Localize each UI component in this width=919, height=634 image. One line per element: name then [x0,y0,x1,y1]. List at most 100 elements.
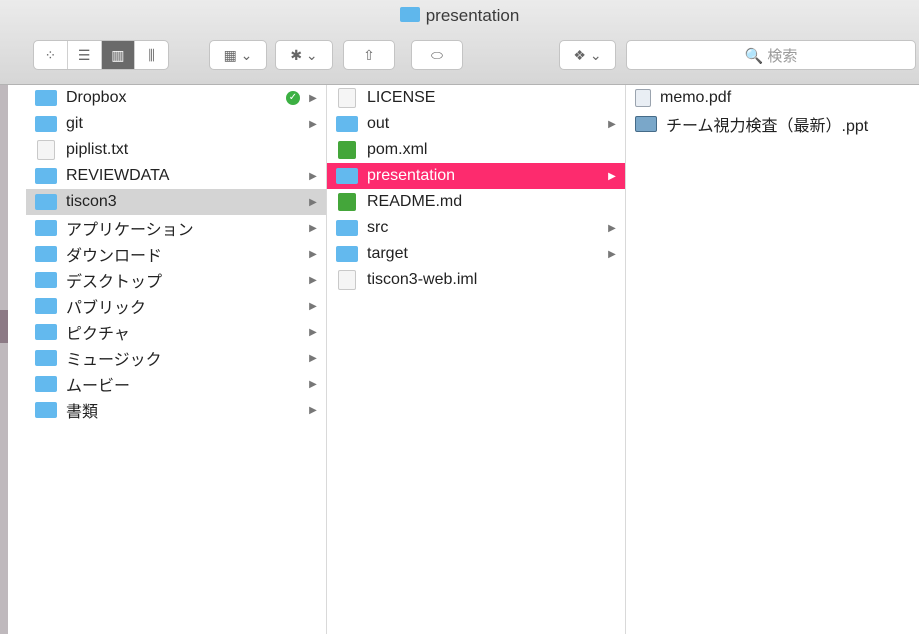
sidebar-edge-marker [0,310,8,343]
disclosure-arrow-icon: ▶ [309,274,317,286]
movies-folder-icon [35,376,57,392]
folder-icon [35,116,57,132]
list-item[interactable]: tiscon3-web.iml [327,267,625,293]
applications-folder-icon [35,220,57,236]
item-label: git [66,115,83,132]
disclosure-arrow-icon: ▶ [608,170,616,182]
disclosure-arrow-icon: ▶ [608,222,616,234]
view-mode-segmented-control[interactable]: ⁘ ☰ ▥ ⫼ [33,40,169,70]
search-placeholder: 🔍 検索 [744,47,798,65]
desktop-folder-icon [35,272,57,288]
icon-view-icon[interactable]: ⁘ [34,41,68,69]
item-label: ピクチャ [66,326,130,343]
list-item[interactable]: REVIEWDATA ▶ [26,163,326,189]
list-item[interactable]: git ▶ [26,111,326,137]
folder-icon [336,246,358,262]
window-title-label: presentation [425,6,520,25]
list-item[interactable]: チーム視力検査（最新）.ppt [626,111,919,137]
pictures-folder-icon [35,324,57,340]
gear-icon: ✱ ⌄ [290,46,318,63]
list-item[interactable]: Dropbox ✓ ▶ [26,85,326,111]
column-3[interactable]: memo.pdf チーム視力検査（最新）.ppt [626,85,919,634]
disclosure-arrow-icon: ▶ [309,404,317,416]
list-item[interactable]: src ▶ [327,215,625,241]
list-item[interactable]: ダウンロード ▶ [26,241,326,267]
item-label: presentation [367,167,456,184]
list-item[interactable]: out ▶ [327,111,625,137]
list-item[interactable]: presentation ▶ [327,163,625,189]
list-item[interactable]: piplist.txt [26,137,326,163]
text-file-icon [338,88,356,108]
folder-icon [35,194,57,210]
item-label: tiscon3-web.iml [367,271,478,288]
disclosure-arrow-icon: ▶ [608,118,616,130]
action-button[interactable]: ✱ ⌄ [275,40,333,70]
list-item[interactable]: ムービー ▶ [26,371,326,397]
item-label: ムービー [66,378,131,395]
disclosure-arrow-icon: ▶ [309,378,317,390]
column-2[interactable]: LICENSE out ▶ pom.xml presentation ▶ README.md… [327,85,626,634]
music-folder-icon [35,350,57,366]
disclosure-arrow-icon: ▶ [309,300,317,312]
dropbox-icon: ❖ ⌄ [573,46,602,63]
list-view-icon[interactable]: ☰ [68,41,102,69]
item-label: パブリック [66,300,147,317]
list-item[interactable]: デスクトップ ▶ [26,267,326,293]
list-item[interactable]: README.md [327,189,625,215]
item-label: LICENSE [367,89,436,106]
item-label: デスクトップ [66,274,163,291]
sync-check-icon: ✓ [286,91,300,105]
downloads-folder-icon [35,246,57,262]
list-item[interactable]: pom.xml [327,137,625,163]
xml-file-icon [338,141,356,159]
item-label: memo.pdf [660,89,732,106]
list-item[interactable]: LICENSE [327,85,625,111]
item-label: 書類 [66,404,99,421]
arrange-button[interactable]: ▦ ⌄ [209,40,267,70]
dropbox-folder-icon [35,90,57,106]
item-label: チーム視力検査（最新）.ppt [666,118,869,135]
documents-folder-icon [35,402,57,418]
list-item[interactable]: tiscon3 ▶ [26,189,326,215]
item-label: src [367,219,389,236]
disclosure-arrow-icon: ▶ [309,248,317,260]
item-label: REVIEWDATA [66,167,170,184]
item-label: pom.xml [367,141,428,158]
dropbox-button[interactable]: ❖ ⌄ [559,40,616,70]
disclosure-arrow-icon: ▶ [309,118,317,130]
list-item[interactable]: ピクチャ ▶ [26,319,326,345]
item-label: Dropbox [66,89,127,106]
disclosure-arrow-icon: ▶ [608,248,616,260]
folder-icon [336,168,358,184]
markdown-file-icon [338,193,356,211]
item-label: target [367,245,408,262]
text-file-icon [37,140,55,160]
item-label: ダウンロード [66,248,163,265]
disclosure-arrow-icon: ▶ [309,326,317,338]
list-item[interactable]: 書類 ▶ [26,397,326,423]
item-label: README.md [367,193,463,210]
arrange-icon: ▦ ⌄ [223,46,253,63]
list-item[interactable]: アプリケーション ▶ [26,215,326,241]
list-item[interactable]: target ▶ [327,241,625,267]
folder-icon [336,220,358,236]
list-item[interactable]: パブリック ▶ [26,293,326,319]
sidebar-edge [0,85,8,634]
ppt-file-icon [635,116,657,132]
text-file-icon [338,270,356,290]
list-item[interactable]: memo.pdf [626,85,919,111]
share-button[interactable]: ⇧ [343,40,395,70]
coverflow-view-icon[interactable]: ⫼ [135,41,168,69]
item-label: tiscon3 [66,193,117,210]
public-folder-icon [35,298,57,314]
column-view-icon[interactable]: ▥ [101,41,136,69]
search-input[interactable]: 🔍 検索 [626,40,916,70]
disclosure-arrow-icon: ▶ [309,222,317,234]
list-item[interactable]: ミュージック ▶ [26,345,326,371]
disclosure-arrow-icon: ▶ [309,352,317,364]
pdf-file-icon [635,89,651,107]
item-label: ミュージック [66,352,162,369]
disclosure-arrow-icon: ▶ [309,196,317,208]
column-1[interactable]: Dropbox ✓ ▶ git ▶ piplist.txt REVIEWDATA ▶ tisco… [26,85,327,634]
tag-button[interactable]: ⬭ [411,40,463,70]
